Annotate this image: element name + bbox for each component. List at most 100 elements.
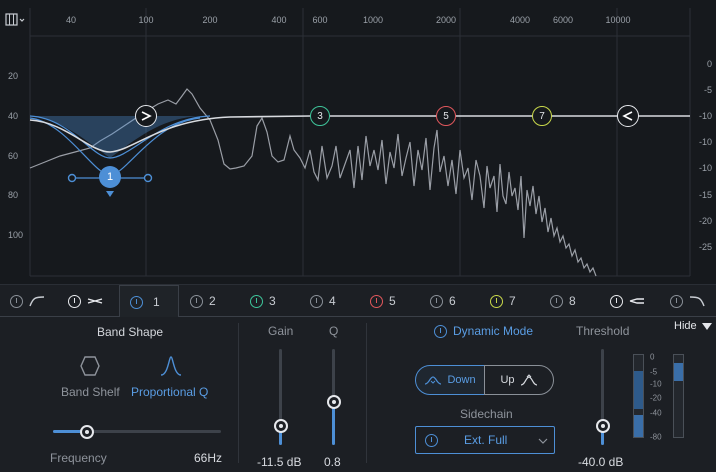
chevron-down-icon bbox=[538, 438, 548, 444]
meter-scale-label: -5 bbox=[650, 367, 658, 377]
tab-band-5[interactable]: 5 bbox=[370, 285, 396, 317]
low-shelf-node[interactable] bbox=[135, 105, 157, 127]
band-1-node[interactable]: 1 bbox=[99, 166, 121, 188]
tab-label: 3 bbox=[269, 294, 276, 308]
threshold-slider-handle[interactable] bbox=[595, 418, 610, 433]
up-mode-icon bbox=[520, 374, 537, 386]
band-1-down-arrow-icon bbox=[106, 191, 114, 197]
freq-label: 1000 bbox=[362, 15, 384, 25]
meter-scale-label: 0 bbox=[650, 352, 655, 362]
power-icon[interactable] bbox=[68, 294, 81, 308]
tab-label: 5 bbox=[389, 294, 396, 308]
frequency-value[interactable]: 66Hz bbox=[194, 451, 222, 465]
power-icon[interactable] bbox=[490, 294, 503, 308]
tab-band-7[interactable]: 7 bbox=[490, 285, 516, 317]
tab-label: 1 bbox=[153, 295, 160, 309]
down-mode-button[interactable]: Down bbox=[415, 365, 485, 395]
power-icon[interactable] bbox=[610, 294, 623, 308]
q-slider-handle[interactable] bbox=[326, 394, 341, 409]
threshold-value[interactable]: -40.0 dB bbox=[578, 455, 623, 469]
freq-label: 400 bbox=[271, 15, 287, 25]
up-mode-button[interactable]: Up bbox=[484, 365, 554, 395]
dynamic-mode-toggle[interactable]: Dynamic Mode bbox=[434, 324, 533, 338]
db-left-label: 20 bbox=[8, 71, 19, 81]
db-left-label: 40 bbox=[8, 111, 19, 121]
view-menu-icon bbox=[5, 13, 25, 26]
sidechain-label: Sidechain bbox=[460, 407, 513, 421]
power-icon[interactable] bbox=[370, 294, 383, 308]
band-controls-panel: Band Shape Band Shelf Proportional Q Fre… bbox=[0, 317, 716, 472]
sidechain-dropdown[interactable]: Ext. Full bbox=[415, 426, 555, 454]
freq-label: 6000 bbox=[552, 15, 574, 25]
power-icon[interactable] bbox=[130, 295, 143, 309]
freq-label: 10000 bbox=[605, 15, 631, 25]
power-icon[interactable] bbox=[190, 294, 203, 308]
frequency-label: Frequency bbox=[50, 451, 107, 465]
output-level-meter bbox=[673, 354, 684, 438]
db-right-label: 0 bbox=[706, 59, 712, 69]
tab-low-shelf[interactable] bbox=[68, 285, 103, 317]
power-icon[interactable] bbox=[430, 294, 443, 308]
tab-band-4[interactable]: 4 bbox=[310, 285, 336, 317]
db-left-label: 80 bbox=[8, 190, 19, 200]
hide-panel-button[interactable]: Hide bbox=[674, 320, 712, 332]
tab-low-cut[interactable] bbox=[10, 285, 45, 317]
band-3-node[interactable]: 3 bbox=[310, 106, 330, 126]
proportional-q-shape-icon[interactable] bbox=[160, 355, 182, 382]
power-icon[interactable] bbox=[250, 294, 263, 308]
meter-scale-label: -80 bbox=[650, 432, 662, 442]
power-icon[interactable] bbox=[550, 294, 563, 308]
gain-slider-handle[interactable] bbox=[273, 418, 288, 433]
freq-label: 100 bbox=[138, 15, 154, 25]
freq-label: 40 bbox=[65, 15, 77, 25]
band-shelf-label[interactable]: Band Shelf bbox=[61, 385, 120, 399]
frequency-slider-handle[interactable] bbox=[79, 424, 94, 439]
hide-label: Hide bbox=[674, 320, 697, 332]
meter-scale-label: -20 bbox=[650, 393, 662, 403]
meter-scale-label: -40 bbox=[650, 408, 662, 418]
power-icon[interactable] bbox=[10, 294, 23, 308]
freq-label: 200 bbox=[202, 15, 218, 25]
band-7-node[interactable]: 7 bbox=[532, 106, 552, 126]
eq-graph[interactable]: 40 100 200 400 600 1000 2000 4000 6000 1… bbox=[0, 0, 716, 284]
meter-fill bbox=[674, 363, 683, 381]
power-icon[interactable] bbox=[425, 433, 438, 447]
gain-label: Gain bbox=[268, 324, 294, 338]
threshold-label: Threshold bbox=[576, 324, 630, 338]
tab-band-8[interactable]: 8 bbox=[550, 285, 576, 317]
low-shelf-icon bbox=[141, 111, 152, 121]
tab-band-6[interactable]: 6 bbox=[430, 285, 456, 317]
tab-high-shelf[interactable] bbox=[610, 285, 645, 317]
frequency-slider[interactable] bbox=[53, 424, 221, 439]
power-icon[interactable] bbox=[310, 294, 323, 308]
tab-label: 8 bbox=[569, 294, 576, 308]
tab-high-cut[interactable] bbox=[670, 285, 705, 317]
band-1-right-width-handle[interactable] bbox=[143, 173, 153, 183]
proportional-q-label[interactable]: Proportional Q bbox=[131, 385, 208, 399]
db-right-label: -5 bbox=[703, 85, 712, 95]
tab-band-2[interactable]: 2 bbox=[190, 285, 216, 317]
freq-label: 600 bbox=[312, 15, 328, 25]
band-1-left-width-handle[interactable] bbox=[67, 173, 77, 183]
up-mode-label: Up bbox=[500, 374, 515, 386]
sidechain-value: Ext. Full bbox=[464, 433, 508, 447]
high-shelf-icon bbox=[622, 111, 633, 121]
gain-value[interactable]: -11.5 dB bbox=[257, 455, 301, 469]
eq-graph-canvas bbox=[29, 8, 691, 277]
meter-fill bbox=[634, 371, 643, 409]
db-right-label: -25 bbox=[698, 242, 712, 252]
q-value[interactable]: 0.8 bbox=[324, 455, 341, 469]
analyzer-view-button[interactable] bbox=[5, 12, 27, 28]
tab-band-3[interactable]: 3 bbox=[250, 285, 276, 317]
db-right-label: -20 bbox=[698, 216, 712, 226]
tab-label: 2 bbox=[209, 294, 216, 308]
power-icon[interactable] bbox=[670, 294, 683, 308]
tab-band-1[interactable]: 1 bbox=[119, 285, 179, 318]
band-shelf-shape-icon[interactable] bbox=[80, 355, 100, 382]
band-selector-bar: 1 2 3 4 5 6 7 8 bbox=[0, 284, 716, 318]
db-left-label: 100 bbox=[8, 230, 24, 240]
band-5-node[interactable]: 5 bbox=[436, 106, 456, 126]
band-shape-title: Band Shape bbox=[97, 325, 164, 339]
power-icon[interactable] bbox=[434, 324, 447, 338]
high-shelf-node[interactable] bbox=[617, 105, 639, 127]
